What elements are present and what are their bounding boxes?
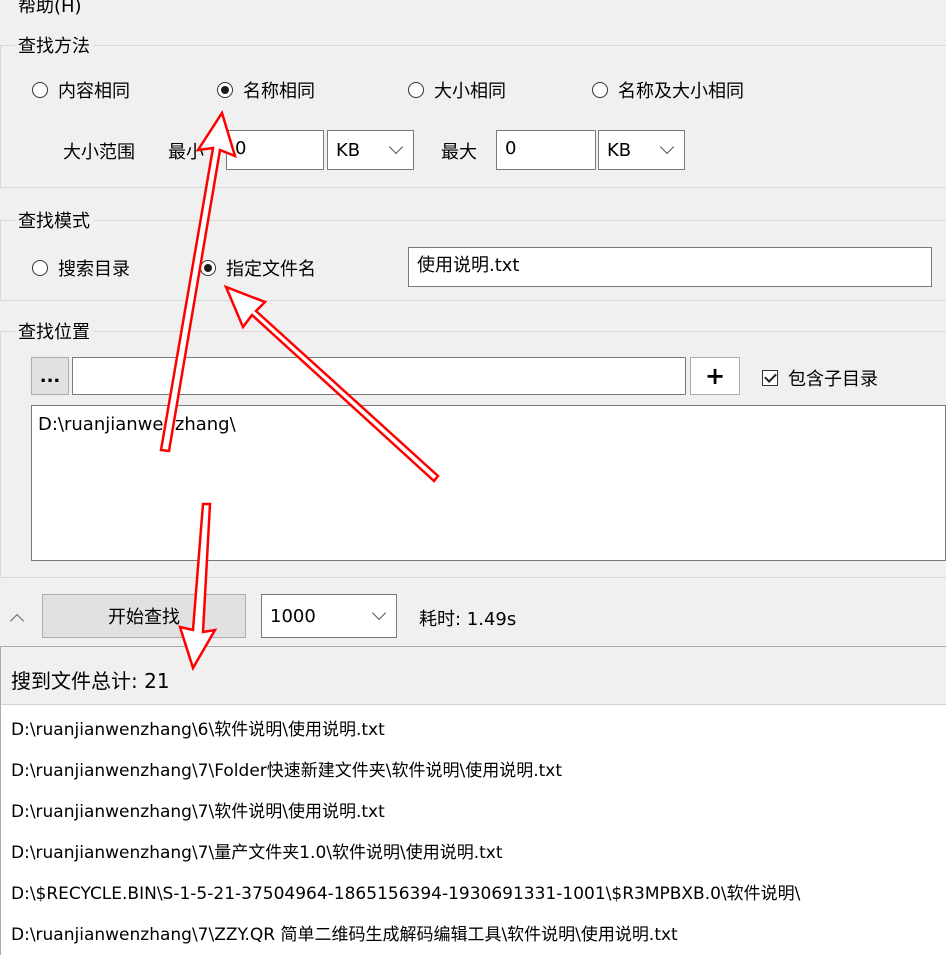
radio-indicator bbox=[592, 82, 608, 98]
list-item[interactable]: D:\ruanjianwenzhang\ bbox=[38, 414, 236, 435]
find-method-legend: 查找方法 bbox=[18, 36, 90, 57]
radio-size-same[interactable]: 大小相同 bbox=[408, 75, 506, 105]
radio-indicator-selected bbox=[200, 260, 216, 276]
chevron-down-icon bbox=[388, 139, 404, 155]
result-row[interactable]: D:\ruanjianwenzhang\7\ZZY.QR 简单二维码生成解码编辑… bbox=[11, 920, 678, 945]
radio-indicator bbox=[32, 260, 48, 276]
radio-label: 名称及大小相同 bbox=[618, 81, 744, 102]
result-row[interactable]: D:\$RECYCLE.BIN\S-1-5-21-37504964-186515… bbox=[11, 879, 800, 904]
browse-button[interactable]: ... bbox=[31, 357, 69, 395]
radio-label: 名称相同 bbox=[243, 81, 315, 102]
result-limit-value: 1000 bbox=[270, 605, 316, 627]
radio-name-same[interactable]: 名称相同 bbox=[217, 75, 315, 105]
start-search-button[interactable]: 开始查找 bbox=[42, 594, 246, 638]
results-list[interactable]: 搜到文件总计: 21 D:\ruanjianwenzhang\6\软件说明\使用… bbox=[0, 646, 946, 955]
chevron-down-icon bbox=[659, 139, 675, 155]
result-row[interactable]: D:\ruanjianwenzhang\7\Folder快速新建文件夹\软件说明… bbox=[11, 756, 562, 781]
add-path-button[interactable]: + bbox=[690, 357, 740, 395]
path-list[interactable]: D:\ruanjianwenzhang\ bbox=[31, 405, 946, 561]
find-method-group: 查找方法 bbox=[0, 32, 946, 188]
max-unit-select[interactable]: KB bbox=[598, 130, 685, 170]
radio-label: 内容相同 bbox=[58, 81, 130, 102]
result-row[interactable]: D:\ruanjianwenzhang\6\软件说明\使用说明.txt bbox=[11, 715, 385, 740]
max-size-input[interactable]: 0 bbox=[496, 130, 596, 170]
elapsed-time: 耗时: 1.49s bbox=[419, 609, 517, 630]
max-unit-value: KB bbox=[607, 139, 632, 161]
radio-name-and-size-same[interactable]: 名称及大小相同 bbox=[592, 75, 744, 105]
max-label: 最大 bbox=[441, 142, 477, 163]
result-limit-select[interactable]: 1000 bbox=[261, 594, 397, 638]
radio-content-same[interactable]: 内容相同 bbox=[32, 75, 130, 105]
radio-specify-filename[interactable]: 指定文件名 bbox=[200, 253, 316, 283]
radio-label: 大小相同 bbox=[434, 81, 506, 102]
checkbox-checked-icon bbox=[762, 370, 778, 386]
menu-bar: 帮助(H) bbox=[0, 0, 946, 22]
size-range-label: 大小范围 bbox=[63, 142, 135, 163]
radio-search-directory[interactable]: 搜索目录 bbox=[32, 253, 130, 283]
menu-help[interactable]: 帮助(H) bbox=[18, 0, 82, 18]
results-header: 搜到文件总计: 21 bbox=[1, 647, 946, 705]
min-unit-select[interactable]: KB bbox=[327, 130, 414, 170]
radio-indicator bbox=[32, 82, 48, 98]
result-row[interactable]: D:\ruanjianwenzhang\7\软件说明\使用说明.txt bbox=[11, 797, 385, 822]
include-subdirs-checkbox[interactable]: 包含子目录 bbox=[762, 365, 878, 391]
result-row[interactable]: D:\ruanjianwenzhang\7\量产文件夹1.0\软件说明\使用说明… bbox=[11, 838, 503, 863]
chevron-down-icon bbox=[371, 605, 387, 621]
find-location-legend: 查找位置 bbox=[18, 322, 90, 343]
results-summary: 搜到文件总计: 21 bbox=[11, 669, 170, 693]
min-label: 最小 bbox=[168, 142, 204, 163]
chevron-up-icon[interactable] bbox=[9, 613, 25, 629]
filename-input[interactable]: 使用说明.txt bbox=[408, 247, 932, 287]
min-size-input[interactable]: 0 bbox=[226, 130, 324, 170]
radio-indicator-selected bbox=[217, 82, 233, 98]
include-subdirs-label: 包含子目录 bbox=[788, 369, 878, 390]
radio-label: 搜索目录 bbox=[58, 259, 130, 280]
find-mode-legend: 查找模式 bbox=[18, 211, 90, 232]
path-input[interactable] bbox=[72, 357, 686, 395]
radio-label: 指定文件名 bbox=[226, 259, 316, 280]
radio-indicator bbox=[408, 82, 424, 98]
min-unit-value: KB bbox=[336, 139, 361, 161]
